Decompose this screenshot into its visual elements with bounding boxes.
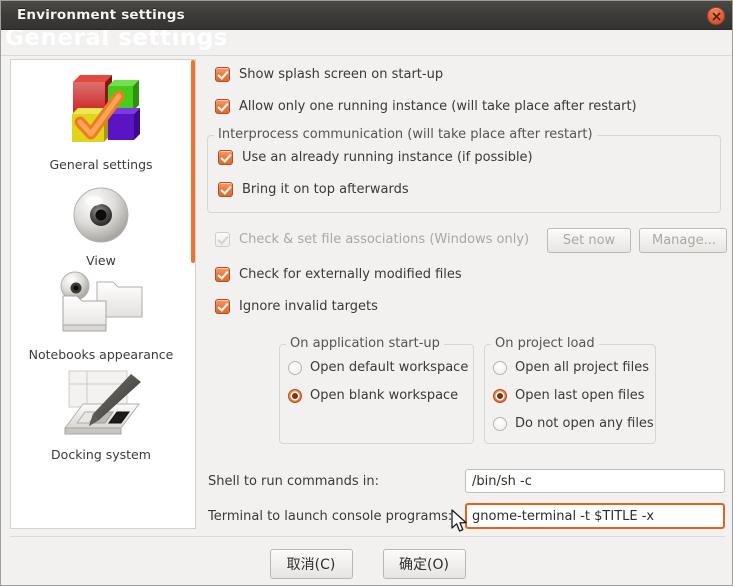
checkbox-box[interactable] <box>218 150 233 165</box>
checkbox-label[interactable]: Bring it on top afterwards <box>242 182 409 197</box>
checkbox-label[interactable]: Check for externally modified files <box>239 267 462 282</box>
groupbox-title: On application start-up <box>286 336 444 351</box>
window-title: Environment settings <box>17 7 185 23</box>
close-icon[interactable] <box>707 7 725 25</box>
dialog-footer: 取消(C) 确定(O) <box>1 541 732 585</box>
set-now-button: Set now <box>547 228 631 253</box>
radio-open-last-open-files[interactable]: Open last open files <box>493 388 645 403</box>
checkbox-label[interactable]: Ignore invalid targets <box>239 299 378 314</box>
checkbox-use-running-instance[interactable]: Use an already running instance (if poss… <box>218 150 533 165</box>
header-divider <box>1 55 732 56</box>
checkbox-show-splash-screen[interactable]: Show splash screen on start-up <box>215 67 443 82</box>
checkbox-bring-on-top[interactable]: Bring it on top afterwards <box>218 182 409 197</box>
terminal-field-label: Terminal to launch console programs: <box>208 509 453 524</box>
checkbox-box <box>215 232 230 247</box>
radio-open-default-workspace[interactable]: Open default workspace <box>288 360 468 375</box>
groupbox-on-application-startup: On application start-up Open default wor… <box>279 336 474 444</box>
checkbox-label[interactable]: Use an already running instance (if poss… <box>242 150 533 165</box>
sidebar-item-view[interactable]: View <box>11 184 191 272</box>
terminal-input[interactable] <box>465 503 725 529</box>
radio-open-blank-workspace[interactable]: Open blank workspace <box>288 388 458 403</box>
radio-circle[interactable] <box>288 360 302 375</box>
groupbox-title: On project load <box>491 336 599 351</box>
sidebar-item-docking-system[interactable]: Docking system <box>11 368 191 466</box>
groupbox-title: Interprocess communication (will take pl… <box>214 127 597 142</box>
checkbox-check-externally-modified[interactable]: Check for externally modified files <box>215 267 462 282</box>
radio-label[interactable]: Do not open any files <box>515 416 654 431</box>
checkbox-file-associations: Check & set file associations (Windows o… <box>215 232 529 247</box>
checkbox-box[interactable] <box>218 182 233 197</box>
groupbox-on-project-load: On project load Open all project files O… <box>484 336 656 444</box>
checkbox-allow-one-instance[interactable]: Allow only one running instance (will ta… <box>215 99 637 114</box>
checkbox-box[interactable] <box>215 299 230 314</box>
shell-field-label: Shell to run commands in: <box>208 474 380 489</box>
palette-brush-icon <box>53 368 149 444</box>
checkbox-ignore-invalid-targets[interactable]: Ignore invalid targets <box>215 299 378 314</box>
radio-label[interactable]: Open all project files <box>515 360 649 375</box>
cancel-button[interactable]: 取消(C) <box>269 549 353 579</box>
checkbox-box[interactable] <box>215 67 230 82</box>
radio-circle[interactable] <box>493 416 507 431</box>
radio-circle[interactable] <box>493 360 507 375</box>
checkbox-label: Check & set file associations (Windows o… <box>239 232 530 247</box>
sidebar-item-notebooks-appearance[interactable]: Notebooks appearance <box>11 270 191 366</box>
settings-category-list[interactable]: General settings View Notebooks appearan… <box>10 59 192 529</box>
environment-settings-window: Environment settings General settings Ge… <box>0 0 733 586</box>
groupbox-interprocess-communication: Interprocess communication (will take pl… <box>207 127 721 213</box>
sidebar-item-label: General settings <box>49 157 153 172</box>
radio-do-not-open-any-files[interactable]: Do not open any files <box>493 416 654 431</box>
checkbox-label[interactable]: Allow only one running instance (will ta… <box>239 99 637 114</box>
manage-button: Manage... <box>639 228 727 253</box>
settings-main-panel: Show splash screen on start-up Allow onl… <box>203 59 727 529</box>
sidebar-item-label: Notebooks appearance <box>28 347 174 362</box>
radio-label[interactable]: Open blank workspace <box>310 388 458 403</box>
radio-circle[interactable] <box>493 388 507 403</box>
page-header: General settings <box>1 30 732 56</box>
shell-input[interactable] <box>465 469 725 493</box>
sidebar-item-general-settings[interactable]: General settings <box>11 70 191 176</box>
eye-sphere-icon <box>70 184 132 250</box>
colored-cubes-check-icon <box>58 70 144 154</box>
checkbox-box[interactable] <box>215 99 230 114</box>
page-title: General settings <box>5 30 228 51</box>
title-bar: Environment settings <box>1 1 732 30</box>
checkbox-label[interactable]: Show splash screen on start-up <box>239 67 443 82</box>
sidebar-item-label: View <box>86 253 116 268</box>
radio-open-all-project-files[interactable]: Open all project files <box>493 360 649 375</box>
eye-folders-icon <box>53 270 149 344</box>
radio-label[interactable]: Open last open files <box>515 388 645 403</box>
radio-label[interactable]: Open default workspace <box>310 360 468 375</box>
radio-circle[interactable] <box>288 388 302 403</box>
footer-divider <box>10 536 725 537</box>
ok-button[interactable]: 确定(O) <box>382 549 466 579</box>
sidebar-scrollbar-thumb[interactable] <box>191 60 195 263</box>
checkbox-box[interactable] <box>215 267 230 282</box>
sidebar-item-label: Docking system <box>51 447 151 462</box>
